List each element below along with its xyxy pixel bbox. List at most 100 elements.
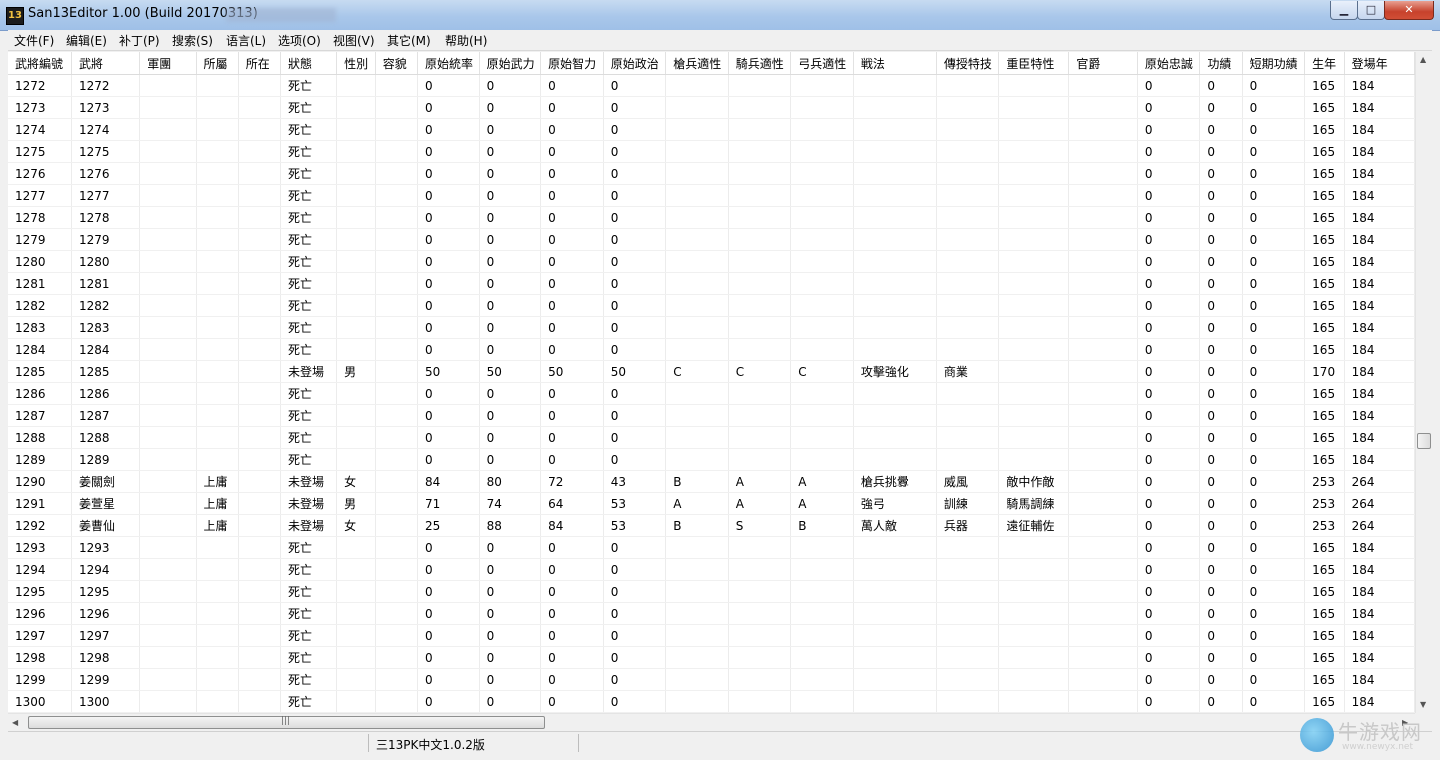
table-cell[interactable]: 槍兵挑釁 bbox=[853, 470, 937, 493]
table-cell[interactable]: 0 bbox=[1242, 690, 1306, 713]
table-cell[interactable]: 0 bbox=[1137, 470, 1201, 493]
table-cell[interactable]: 0 bbox=[1199, 668, 1243, 691]
table-cell[interactable]: 女 bbox=[336, 470, 376, 493]
table-cell[interactable]: 0 bbox=[1199, 272, 1243, 295]
table-cell[interactable] bbox=[139, 624, 197, 647]
table-cell[interactable]: 0 bbox=[1137, 74, 1201, 97]
table-cell[interactable] bbox=[375, 668, 418, 691]
table-cell[interactable] bbox=[336, 624, 376, 647]
table-cell[interactable]: 0 bbox=[417, 140, 480, 163]
table-cell[interactable] bbox=[998, 668, 1070, 691]
table-cell[interactable] bbox=[1068, 96, 1138, 119]
table-cell[interactable] bbox=[998, 250, 1070, 273]
table-cell[interactable]: 0 bbox=[540, 162, 604, 185]
table-cell[interactable]: 0 bbox=[479, 404, 542, 427]
table-cell[interactable]: 0 bbox=[540, 118, 604, 141]
table-cell[interactable]: 1282 bbox=[8, 294, 72, 317]
table-cell[interactable]: 0 bbox=[417, 646, 480, 669]
table-cell[interactable] bbox=[790, 184, 854, 207]
table-cell[interactable] bbox=[1068, 426, 1138, 449]
table-cell[interactable]: B bbox=[790, 514, 854, 537]
table-cell[interactable] bbox=[936, 140, 1000, 163]
table-cell[interactable] bbox=[790, 206, 854, 229]
table-cell[interactable]: 0 bbox=[1137, 360, 1201, 383]
table-cell[interactable]: 0 bbox=[479, 206, 542, 229]
table-cell[interactable]: 1294 bbox=[8, 558, 72, 581]
table-cell[interactable]: 0 bbox=[603, 118, 667, 141]
table-cell[interactable]: 170 bbox=[1304, 360, 1345, 383]
table-cell[interactable] bbox=[936, 646, 1000, 669]
table-cell[interactable]: 165 bbox=[1304, 602, 1345, 625]
table-cell[interactable]: 165 bbox=[1304, 250, 1345, 273]
table-cell[interactable] bbox=[728, 668, 792, 691]
table-cell[interactable] bbox=[936, 624, 1000, 647]
table-cell[interactable]: 1283 bbox=[71, 316, 141, 339]
table-cell[interactable]: 0 bbox=[1199, 404, 1243, 427]
table-cell[interactable]: 0 bbox=[1199, 250, 1243, 273]
table-cell[interactable]: 0 bbox=[479, 558, 542, 581]
table-cell[interactable] bbox=[728, 140, 792, 163]
table-cell[interactable] bbox=[853, 580, 937, 603]
table-cell[interactable]: 1293 bbox=[8, 536, 72, 559]
table-cell[interactable]: 1295 bbox=[71, 580, 141, 603]
table-cell[interactable] bbox=[728, 646, 792, 669]
table-cell[interactable] bbox=[665, 206, 729, 229]
table-cell[interactable]: 184 bbox=[1344, 382, 1415, 405]
table-row[interactable]: 1283 1283 死亡 0 0 0 0 0 0 0 165 184 bbox=[8, 316, 1415, 339]
table-cell[interactable] bbox=[998, 74, 1070, 97]
table-cell[interactable] bbox=[853, 96, 937, 119]
table-cell[interactable] bbox=[665, 96, 729, 119]
table-cell[interactable]: 0 bbox=[1242, 404, 1306, 427]
table-cell[interactable] bbox=[139, 558, 197, 581]
table-cell[interactable]: 0 bbox=[540, 448, 604, 471]
table-cell[interactable] bbox=[998, 448, 1070, 471]
table-cell[interactable]: 死亡 bbox=[280, 448, 338, 471]
table-cell[interactable]: 攻擊強化 bbox=[853, 360, 937, 383]
table-cell[interactable]: 0 bbox=[540, 580, 604, 603]
table-cell[interactable]: 0 bbox=[1199, 448, 1243, 471]
table-cell[interactable] bbox=[139, 404, 197, 427]
table-cell[interactable] bbox=[1068, 228, 1138, 251]
table-cell[interactable]: 0 bbox=[1242, 162, 1306, 185]
table-cell[interactable] bbox=[1068, 74, 1138, 97]
table-cell[interactable] bbox=[238, 426, 282, 449]
table-cell[interactable]: 商業 bbox=[936, 360, 1000, 383]
table-cell[interactable]: 0 bbox=[603, 250, 667, 273]
table-cell[interactable] bbox=[336, 690, 376, 713]
table-cell[interactable]: 184 bbox=[1344, 668, 1415, 691]
table-cell[interactable] bbox=[375, 580, 418, 603]
table-cell[interactable] bbox=[1068, 118, 1138, 141]
table-cell[interactable] bbox=[1068, 602, 1138, 625]
table-cell[interactable] bbox=[238, 360, 282, 383]
table-cell[interactable] bbox=[790, 448, 854, 471]
table-cell[interactable]: 184 bbox=[1344, 338, 1415, 361]
table-cell[interactable]: 0 bbox=[417, 206, 480, 229]
table-cell[interactable] bbox=[375, 228, 418, 251]
vertical-scroll-thumb[interactable] bbox=[1417, 433, 1431, 449]
table-cell[interactable]: 84 bbox=[417, 470, 480, 493]
table-cell[interactable]: 0 bbox=[1137, 338, 1201, 361]
table-cell[interactable] bbox=[196, 206, 239, 229]
table-cell[interactable]: 165 bbox=[1304, 382, 1345, 405]
table-cell[interactable]: 0 bbox=[1199, 536, 1243, 559]
table-cell[interactable] bbox=[998, 184, 1070, 207]
table-cell[interactable] bbox=[728, 448, 792, 471]
table-cell[interactable] bbox=[375, 492, 418, 515]
table-cell[interactable]: 1279 bbox=[71, 228, 141, 251]
table-cell[interactable] bbox=[853, 382, 937, 405]
vertical-scrollbar[interactable]: ▲ ▼ bbox=[1415, 52, 1433, 713]
table-cell[interactable]: 0 bbox=[1199, 624, 1243, 647]
table-cell[interactable]: 0 bbox=[1137, 118, 1201, 141]
table-cell[interactable]: 0 bbox=[1242, 514, 1306, 537]
table-cell[interactable] bbox=[139, 118, 197, 141]
table-cell[interactable]: A bbox=[728, 492, 792, 515]
table-cell[interactable]: 0 bbox=[540, 74, 604, 97]
table-row[interactable]: 1290 姜關劍 上庸 未登場女 84 80 72 43 B A A 槍兵挑釁 威風 敵中作敵 0 0 0 253… bbox=[8, 470, 1415, 493]
table-cell[interactable] bbox=[853, 404, 937, 427]
table-cell[interactable] bbox=[196, 360, 239, 383]
table-cell[interactable] bbox=[936, 382, 1000, 405]
column-header[interactable]: 武將編號 bbox=[8, 52, 72, 75]
table-cell[interactable]: C bbox=[665, 360, 729, 383]
table-cell[interactable]: 53 bbox=[603, 514, 667, 537]
table-cell[interactable]: 0 bbox=[1137, 580, 1201, 603]
